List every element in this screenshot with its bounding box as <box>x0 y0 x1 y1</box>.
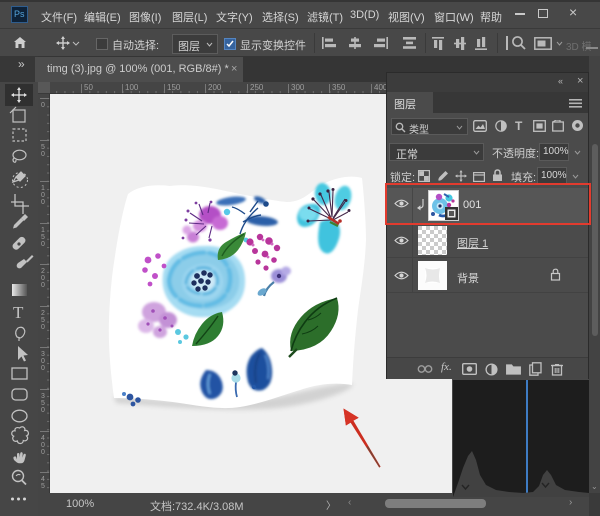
svg-text:350: 350 <box>332 83 346 92</box>
svg-text:0: 0 <box>41 365 45 372</box>
svg-text:4: 4 <box>41 476 45 483</box>
svg-text:0: 0 <box>41 275 45 282</box>
svg-text:1: 1 <box>41 185 45 192</box>
svg-text:250: 250 <box>250 83 264 92</box>
svg-text:0: 0 <box>41 442 45 449</box>
svg-text:2: 2 <box>41 310 45 317</box>
svg-text:0: 0 <box>41 241 45 248</box>
svg-text:0: 0 <box>41 151 45 158</box>
svg-text:200: 200 <box>208 83 222 92</box>
svg-text:0: 0 <box>41 358 45 365</box>
svg-text:5: 5 <box>41 234 45 241</box>
svg-text:5: 5 <box>41 144 45 151</box>
svg-text:0: 0 <box>41 407 45 414</box>
svg-text:300: 300 <box>291 83 305 92</box>
svg-text:3: 3 <box>41 351 45 358</box>
svg-text:0: 0 <box>41 324 45 331</box>
svg-text:5: 5 <box>41 400 45 407</box>
svg-text:1: 1 <box>41 227 45 234</box>
svg-text:0: 0 <box>41 282 45 289</box>
svg-text:50: 50 <box>84 83 93 92</box>
svg-text:3: 3 <box>41 393 45 400</box>
svg-text:4: 4 <box>41 435 45 442</box>
svg-text:T: T <box>13 303 24 322</box>
svg-text:100: 100 <box>125 83 139 92</box>
svg-text:150: 150 <box>167 83 181 92</box>
svg-text:0: 0 <box>41 102 45 109</box>
svg-text:0: 0 <box>41 449 45 456</box>
svg-text:0: 0 <box>41 192 45 199</box>
svg-text:2: 2 <box>41 268 45 275</box>
svg-text:0: 0 <box>41 199 45 206</box>
svg-text:5: 5 <box>41 317 45 324</box>
svg-text:5: 5 <box>41 483 45 490</box>
